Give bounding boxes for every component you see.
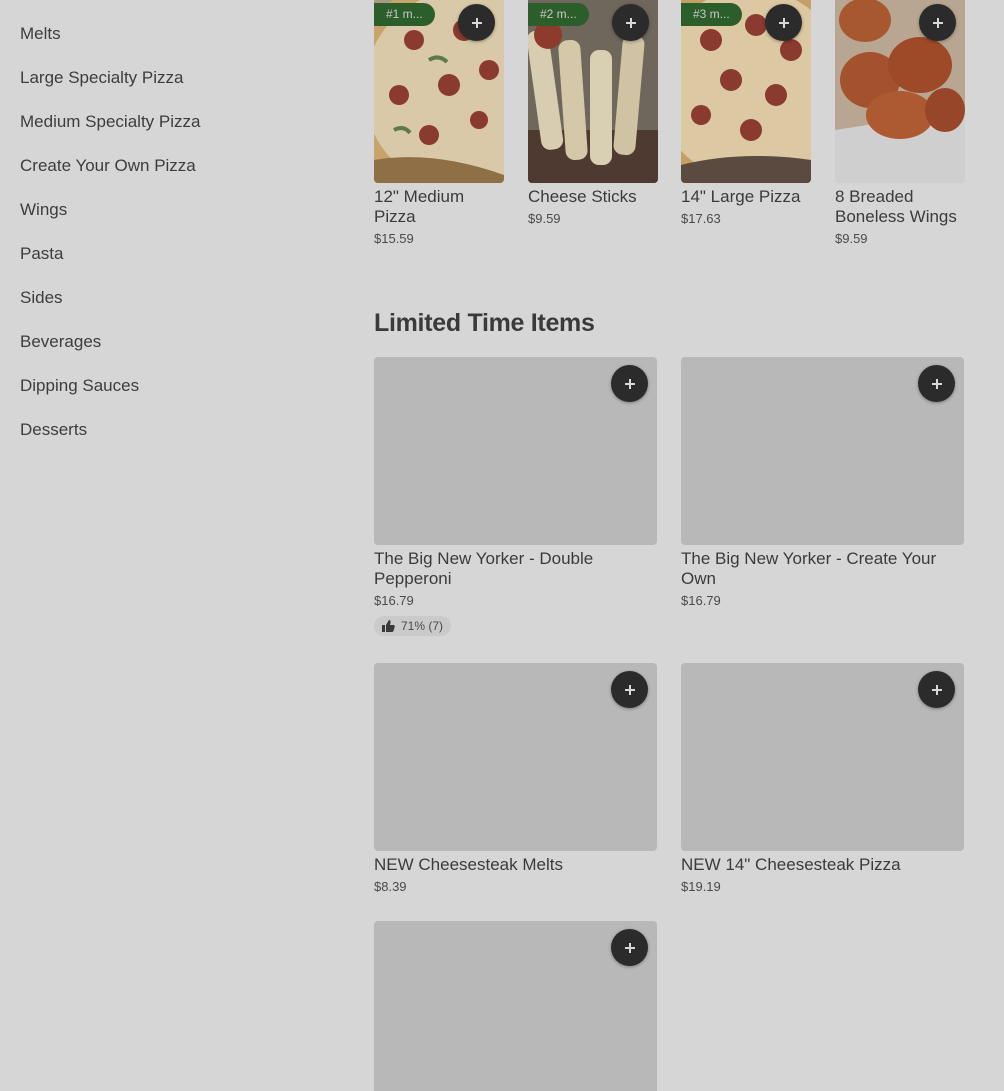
product-name: Cheese Sticks: [528, 187, 637, 206]
product-name: NEW 14" Cheesesteak Pizza: [681, 855, 901, 874]
product-card[interactable]: [374, 921, 657, 1091]
add-button[interactable]: [918, 671, 955, 708]
sidebar-item-pasta[interactable]: Pasta: [20, 244, 63, 264]
plus-icon: [931, 684, 942, 695]
plus-icon: [625, 17, 636, 28]
sidebar-item-create-your-own-pizza[interactable]: Create Your Own Pizza: [20, 156, 196, 176]
product-card-cheese-sticks[interactable]: #2 m... Cheese Sticks $9.59: [528, 0, 658, 226]
product-price: $16.79: [374, 593, 414, 608]
sidebar-item-melts[interactable]: Melts: [20, 24, 61, 44]
product-name: The Big New Yorker - Double Pepperoni: [374, 549, 594, 588]
product-card-boneless-wings[interactable]: 8 Breaded Boneless Wings $9.59: [835, 0, 965, 246]
product-card-medium-pizza[interactable]: #1 m... 12" Medium Pizza $15.59: [374, 0, 504, 246]
add-button[interactable]: [611, 929, 648, 966]
plus-icon: [624, 378, 635, 389]
product-image-placeholder[interactable]: [374, 357, 657, 545]
sidebar-item-wings[interactable]: Wings: [20, 200, 67, 220]
rank-badge: #1 m...: [374, 3, 435, 26]
product-image-placeholder[interactable]: [374, 663, 657, 851]
product-image-wings[interactable]: [835, 0, 965, 183]
product-image-cheese-sticks[interactable]: #2 m...: [528, 0, 658, 183]
product-image-pizza[interactable]: #3 m...: [681, 0, 811, 183]
sidebar-item-dipping-sauces[interactable]: Dipping Sauces: [20, 376, 139, 396]
sidebar-item-sides[interactable]: Sides: [20, 288, 63, 308]
product-card-big-new-yorker-create-your-own[interactable]: The Big New Yorker - Create Your Own $16…: [681, 357, 964, 608]
product-name: The Big New Yorker - Create Your Own: [681, 549, 937, 588]
product-price: $16.79: [681, 593, 721, 608]
rank-badge: #2 m...: [528, 3, 589, 26]
add-button[interactable]: [765, 4, 802, 41]
product-image-pizza[interactable]: #1 m...: [374, 0, 504, 183]
add-button[interactable]: [919, 4, 956, 41]
product-image-placeholder[interactable]: [374, 921, 657, 1091]
plus-icon: [931, 378, 942, 389]
sidebar-item-beverages[interactable]: Beverages: [20, 332, 101, 352]
sidebar-item-medium-specialty-pizza[interactable]: Medium Specialty Pizza: [20, 112, 200, 132]
plus-icon: [778, 17, 789, 28]
plus-icon: [932, 17, 943, 28]
product-card-big-new-yorker-double-pepperoni[interactable]: The Big New Yorker - Double Pepperoni $1…: [374, 357, 657, 637]
product-image-placeholder[interactable]: [681, 357, 964, 545]
add-button[interactable]: [612, 4, 649, 41]
product-name: 14" Large Pizza: [681, 187, 801, 206]
product-price: $19.19: [681, 879, 721, 894]
product-price: $17.63: [681, 211, 721, 226]
plus-icon: [624, 942, 635, 953]
thumbs-up-icon: [382, 620, 395, 632]
plus-icon: [624, 684, 635, 695]
rating-text: 71% (7): [401, 619, 444, 633]
product-image-placeholder[interactable]: [681, 663, 964, 851]
product-card-large-pizza[interactable]: #3 m... 14" Large Pizza $17.63: [681, 0, 811, 226]
plus-icon: [471, 17, 482, 28]
product-name: 8 Breaded Boneless Wings: [835, 187, 957, 226]
product-price: $9.59: [835, 231, 868, 246]
section-title-limited-time: Limited Time Items: [374, 309, 595, 337]
add-button[interactable]: [611, 671, 648, 708]
product-name: NEW Cheesesteak Melts: [374, 855, 563, 874]
add-button[interactable]: [611, 365, 648, 402]
add-button[interactable]: [918, 365, 955, 402]
add-button[interactable]: [458, 4, 495, 41]
product-price: $9.59: [528, 211, 561, 226]
product-price: $8.39: [374, 879, 407, 894]
rating-badge: 71% (7): [374, 616, 452, 636]
product-price: $15.59: [374, 231, 414, 246]
sidebar-item-desserts[interactable]: Desserts: [20, 420, 87, 440]
rank-badge: #3 m...: [681, 3, 742, 26]
sidebar-item-large-specialty-pizza[interactable]: Large Specialty Pizza: [20, 68, 183, 88]
product-name: 12" Medium Pizza: [374, 187, 465, 226]
product-card-cheesesteak-pizza[interactable]: NEW 14" Cheesesteak Pizza $19.19: [681, 663, 964, 894]
product-card-cheesesteak-melts[interactable]: NEW Cheesesteak Melts $8.39: [374, 663, 657, 894]
